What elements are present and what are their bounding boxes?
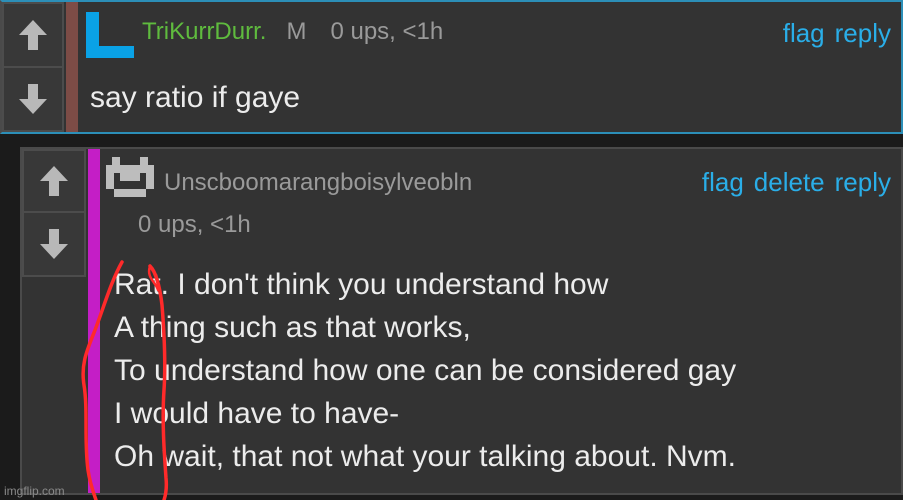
arrow-down-icon — [40, 229, 68, 259]
upvote-button[interactable] — [22, 149, 86, 213]
flag-button[interactable]: flag — [702, 167, 744, 198]
username-link[interactable]: Unscboomarangboisylveobln — [164, 169, 472, 197]
comment-trikurrdurr: TriKurrDurr. M 0 ups, <1h flag reply say… — [0, 0, 903, 134]
comment-unscboomarangboisylveobln: Unscboomarangboisylveobln flag delete re… — [20, 147, 903, 495]
delete-button[interactable]: delete — [754, 167, 825, 198]
imgflip-watermark: imgflip.com — [4, 484, 65, 498]
arrow-up-icon — [40, 166, 68, 196]
mod-badge: M — [286, 18, 307, 45]
downvote-button[interactable] — [22, 213, 86, 277]
comment-meta: 0 ups, <1h — [138, 211, 251, 238]
flag-button[interactable]: flag — [783, 18, 825, 49]
comment-text: say ratio if gaye — [90, 81, 301, 114]
user-avatar[interactable] — [106, 157, 154, 203]
downvote-button[interactable] — [2, 68, 64, 132]
comment-meta: 0 ups, <1h — [330, 18, 444, 45]
arrow-down-icon — [19, 84, 47, 114]
comment-depth-stripe — [66, 2, 78, 132]
vote-column — [2, 2, 64, 132]
comment-depth-stripe — [88, 149, 100, 493]
upvote-button[interactable] — [2, 2, 64, 68]
reply-button[interactable]: reply — [835, 18, 891, 49]
reply-button[interactable]: reply — [835, 167, 891, 198]
comment-text: Rat. I don't think you understand how A … — [114, 268, 737, 473]
user-avatar[interactable] — [86, 12, 136, 58]
vote-column — [22, 149, 86, 493]
username-link[interactable]: TriKurrDurr. — [142, 18, 266, 46]
arrow-up-icon — [19, 20, 47, 50]
